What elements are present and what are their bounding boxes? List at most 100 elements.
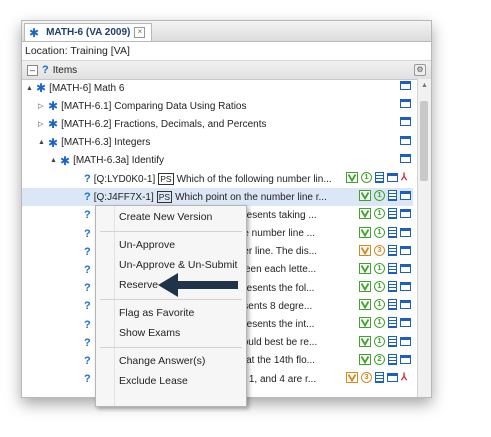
help-icon[interactable]: ? <box>42 64 49 76</box>
standard-star-icon: ✱ <box>29 25 40 40</box>
row-actions <box>400 153 411 163</box>
tree-label: [MATH-6.3a] Identify <box>73 155 165 167</box>
tree-row[interactable]: ▲ ✱ [MATH-6.3a] Identify <box>22 152 413 170</box>
difficulty-badge: 2 <box>374 353 385 365</box>
open-window-icon[interactable] <box>400 354 411 364</box>
tree-row[interactable]: ▲ ✱ [MATH-6.3] Integers <box>22 134 413 152</box>
document-icon[interactable] <box>375 171 384 183</box>
expanded-icon[interactable]: ▲ <box>50 157 57 164</box>
tree-row[interactable]: ▷ ✱ [MATH-6.2] Fractions, Decimals, and Pe… <box>22 115 413 133</box>
menu-item[interactable]: Un-Approve & Un-Submit <box>119 258 237 272</box>
ps-badge: PS <box>158 173 174 186</box>
menu-item[interactable]: Un-Approve <box>119 238 175 252</box>
open-window-icon[interactable] <box>400 99 411 109</box>
menu-item[interactable]: Flag as Favorite <box>119 306 194 320</box>
open-window-icon[interactable] <box>400 318 411 328</box>
open-window-icon[interactable] <box>400 81 411 90</box>
menu-item[interactable]: Reserve <box>119 278 158 292</box>
close-icon[interactable]: × <box>134 27 146 38</box>
row-actions <box>400 81 411 90</box>
expanded-icon[interactable]: ▲ <box>26 85 33 92</box>
row-actions <box>400 135 411 145</box>
status-v-icon <box>359 281 371 293</box>
row-actions <box>400 99 411 109</box>
pdf-icon[interactable]: ⅄ <box>401 172 411 183</box>
question-text: presents the fol... <box>237 282 315 294</box>
document-icon[interactable] <box>388 244 397 256</box>
document-icon[interactable] <box>388 353 397 365</box>
menu-item[interactable]: Change Answer(s) <box>119 354 205 368</box>
row-actions <box>400 117 411 127</box>
tree-label: [MATH-6.2] Fractions, Decimals, and Perc… <box>61 118 267 130</box>
row-actions: 1 <box>359 190 411 202</box>
row-actions: 1 <box>359 317 411 329</box>
tree-label: [MATH-6] Math 6 <box>49 82 125 94</box>
open-window-icon[interactable] <box>387 373 398 382</box>
collapsed-icon[interactable]: ▷ <box>38 120 45 128</box>
document-icon[interactable] <box>388 208 397 220</box>
gear-icon[interactable]: ⚙ <box>414 64 426 76</box>
question-id: [Q:J4FF7X-1] <box>93 191 154 203</box>
tree-row[interactable]: ▷ ✱ [MATH-6.1] Comparing Data Using Ratios <box>22 97 413 115</box>
standard-star-icon: ✱ <box>60 153 71 168</box>
question-icon: ? <box>84 245 91 258</box>
scrollbar-thumb[interactable] <box>420 101 428 181</box>
ps-badge: PS <box>156 191 173 204</box>
row-actions: 1 <box>359 262 411 274</box>
document-icon[interactable] <box>388 281 397 293</box>
question-icon: ? <box>84 173 91 186</box>
document-icon[interactable] <box>388 262 397 274</box>
document-icon[interactable] <box>375 372 384 383</box>
open-window-icon[interactable] <box>387 172 398 182</box>
question-text: ween each lette... <box>237 264 317 276</box>
open-window-icon[interactable] <box>400 191 411 201</box>
question-icon: ? <box>84 300 91 313</box>
standard-star-icon: ✱ <box>48 135 59 150</box>
question-row[interactable]: ? [Q:LYD0K0-1] PS Which of the following nu… <box>22 170 413 188</box>
tree-row[interactable]: ▲ ✱ [MATH-6] Math 6 <box>22 79 413 97</box>
question-icon: ? <box>84 318 91 331</box>
document-icon[interactable] <box>388 335 397 347</box>
pdf-icon[interactable]: ⅄ <box>401 372 411 383</box>
question-icon: ? <box>84 263 91 276</box>
open-window-icon[interactable] <box>400 117 411 127</box>
location-bar: Location: Training [VA] <box>22 42 431 61</box>
question-text: presents the int... <box>237 319 315 331</box>
standard-star-icon: ✱ <box>48 117 59 132</box>
collapse-all-icon[interactable]: – <box>27 64 38 76</box>
question-text: Which point on the number line r... <box>175 191 327 203</box>
question-id: [Q:LYD0K0-1] <box>93 173 156 185</box>
status-v-icon <box>359 262 371 274</box>
open-window-icon[interactable] <box>400 263 411 273</box>
difficulty-badge: 1 <box>374 317 385 329</box>
question-text: 0, 1, and 4 are r... <box>237 373 317 385</box>
menu-item[interactable]: Create New Version <box>119 210 212 224</box>
document-icon[interactable] <box>388 317 397 329</box>
open-window-icon[interactable] <box>400 282 411 292</box>
menu-item[interactable]: Exclude Lease <box>119 374 188 388</box>
difficulty-badge: 1 <box>374 226 385 238</box>
open-window-icon[interactable] <box>400 135 411 145</box>
open-window-icon[interactable] <box>400 153 411 163</box>
document-icon[interactable] <box>388 299 397 311</box>
status-v-icon <box>346 171 358 183</box>
menu-item[interactable]: Show Exams <box>119 326 180 340</box>
standard-star-icon: ✱ <box>48 99 59 114</box>
open-window-icon[interactable] <box>400 245 411 255</box>
vertical-scrollbar[interactable]: ▲ <box>417 79 431 397</box>
tab-math-6[interactable]: ✱ MATH-6 (VA 2009) × <box>24 23 153 41</box>
open-window-icon[interactable] <box>400 300 411 310</box>
question-row[interactable]: ? [Q:J4FF7X-1] PS Which point on the number… <box>22 188 413 207</box>
difficulty-badge: 1 <box>374 299 385 311</box>
document-icon[interactable] <box>388 190 397 202</box>
scroll-up-icon[interactable]: ▲ <box>421 82 428 89</box>
open-window-icon[interactable] <box>400 209 411 219</box>
collapsed-icon[interactable]: ▷ <box>38 102 45 110</box>
tree-label: [MATH-6.3] Integers <box>61 137 151 149</box>
question-text: Which of the following number lin... <box>176 173 332 185</box>
question-text: presents taking ... <box>237 209 317 221</box>
document-icon[interactable] <box>388 226 397 238</box>
open-window-icon[interactable] <box>400 227 411 237</box>
expanded-icon[interactable]: ▲ <box>38 139 45 146</box>
open-window-icon[interactable] <box>400 336 411 346</box>
